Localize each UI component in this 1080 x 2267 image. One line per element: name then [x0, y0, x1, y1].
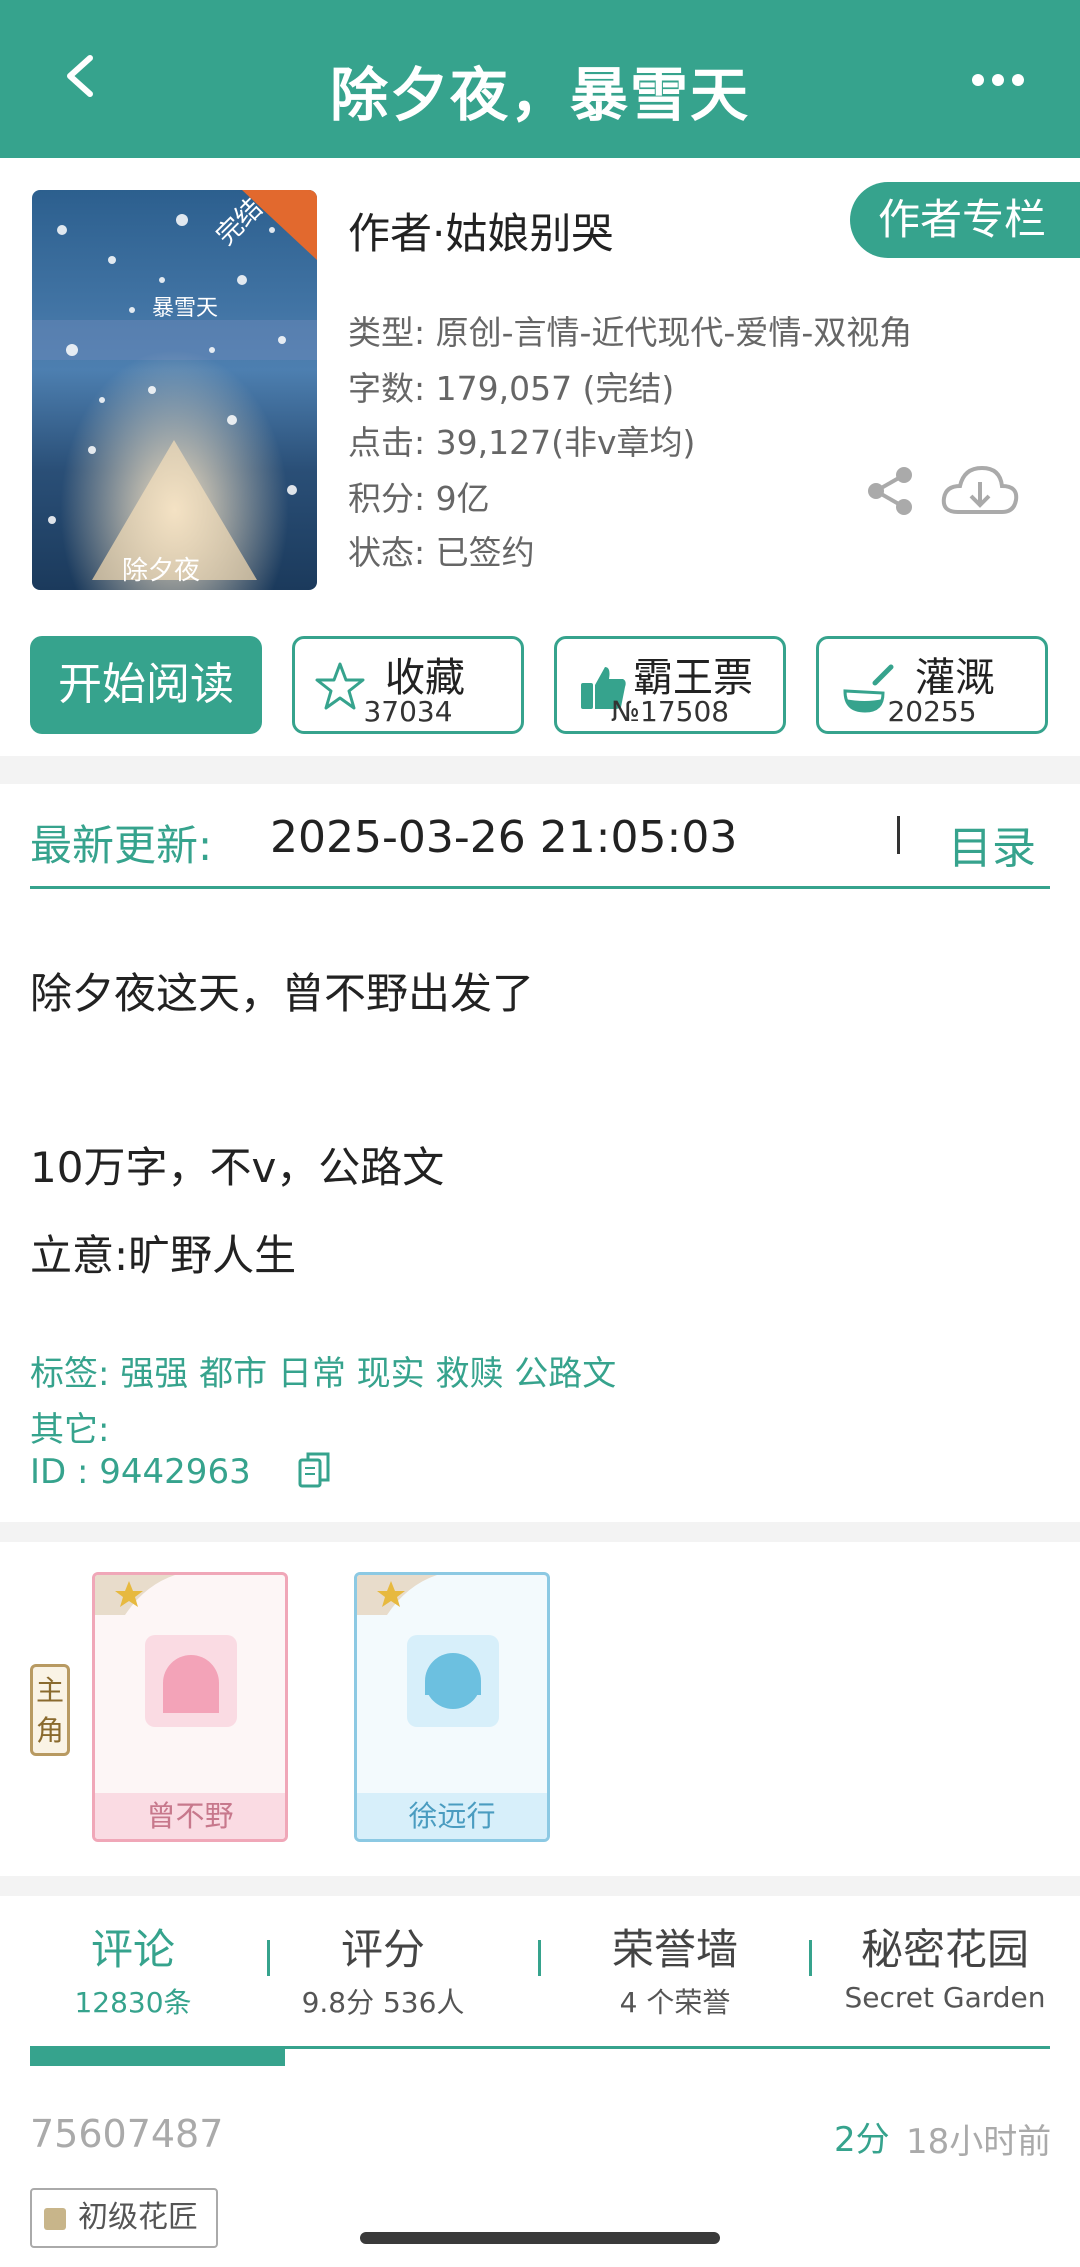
comment-score: 2分: [834, 2120, 890, 2160]
user-level-badge: 初级花匠: [30, 2188, 218, 2248]
tags-line[interactable]: 标签: 强强 都市 日常 现实 救赎 公路文: [30, 1346, 616, 1395]
tab-secret-garden[interactable]: 秘密花园 Secret Garden: [830, 1916, 1060, 2014]
cover-title: 暴雪天: [152, 296, 219, 321]
character-name: 曾不野: [95, 1793, 285, 1839]
divider: [809, 1940, 812, 1976]
tab-subtitle: 12830条: [74, 1986, 192, 2019]
book-type: 类型: 原创-言情-近代现代-爱情-双视角: [348, 313, 913, 352]
avatar: [145, 1635, 237, 1727]
avatar: [407, 1635, 499, 1727]
favorite-button[interactable]: 收藏 37034: [292, 636, 524, 734]
tab-subtitle: 9.8分 536人: [301, 1986, 465, 2019]
download-icon[interactable]: [940, 462, 1020, 522]
table-of-contents-link[interactable]: 目录: [948, 812, 1036, 876]
tab-subtitle: Secret Garden: [844, 1981, 1046, 2014]
points: 积分: 9亿: [348, 479, 490, 518]
favorite-count: 37034: [363, 695, 453, 728]
other-line: 其它:: [30, 1410, 110, 1450]
author-name[interactable]: 作者·姑娘别哭: [348, 200, 613, 261]
more-options-icon[interactable]: [968, 70, 1028, 90]
description-line: 立意:旷野人生: [30, 1231, 297, 1280]
click-count: 点击: 39,127(非v章均): [348, 423, 696, 462]
latest-update-label: 最新更新:: [30, 821, 213, 870]
divider-line: [30, 886, 1050, 889]
star-icon: [357, 1575, 437, 1615]
water-button[interactable]: 灌溉 20255: [816, 636, 1048, 734]
main-role-tag: 主角: [30, 1664, 70, 1756]
divider: [538, 1940, 541, 1976]
main-role-label: 主角: [35, 1674, 64, 1747]
cover-bottom-title: 除夕夜: [122, 556, 201, 586]
latest-update-time: 2025-03-26 21:05:03: [270, 812, 738, 863]
tab-title: 荣誉墙: [611, 1925, 738, 1974]
start-reading-button[interactable]: 开始阅读: [30, 636, 262, 734]
tab-title: 评论: [90, 1925, 175, 1974]
sign-status: 状态: 已签约: [348, 533, 535, 572]
tab-rating[interactable]: 评分 9.8分 536人: [268, 1916, 498, 2021]
character-card[interactable]: 徐远行: [354, 1572, 550, 1842]
tab-honor-wall[interactable]: 荣誉墙 4 个荣誉: [560, 1916, 790, 2021]
word-count: 字数: 179,057 (完结): [348, 369, 675, 408]
share-icon[interactable]: [866, 466, 914, 516]
star-icon: [95, 1575, 175, 1615]
copy-icon[interactable]: [298, 1452, 330, 1488]
description-line: 10万字，不v，公路文: [30, 1143, 445, 1192]
comment-user-id[interactable]: 75607487: [30, 2112, 223, 2156]
book-cover[interactable]: 完结 暴雪天 除夕夜: [32, 190, 317, 590]
divider: [897, 816, 900, 854]
tab-title: 评分: [340, 1925, 425, 1974]
badge-label: 初级花匠: [78, 2200, 198, 2235]
author-column-button[interactable]: 作者专栏: [850, 182, 1080, 258]
badge-icon: [44, 2208, 66, 2230]
tab-comments[interactable]: 评论 12830条: [18, 1916, 248, 2021]
water-count: 20255: [887, 695, 977, 728]
comment-time: 18小时前: [906, 2122, 1052, 2162]
active-tab-indicator: [30, 2046, 285, 2066]
character-card[interactable]: 曾不野: [92, 1572, 288, 1842]
home-indicator: [360, 2232, 720, 2244]
ticket-count: №17508: [610, 695, 730, 728]
book-id: ID : 9442963: [30, 1452, 251, 1492]
character-name: 徐远行: [357, 1793, 547, 1839]
page-title: 除夕夜，暴雪天: [329, 61, 750, 129]
description-line: 除夕夜这天，曾不野出发了: [30, 969, 535, 1018]
tab-subtitle: 4 个荣誉: [619, 1986, 731, 2019]
ticket-button[interactable]: 霸王票 №17508: [554, 636, 786, 734]
tab-title: 秘密花园: [860, 1925, 1029, 1974]
